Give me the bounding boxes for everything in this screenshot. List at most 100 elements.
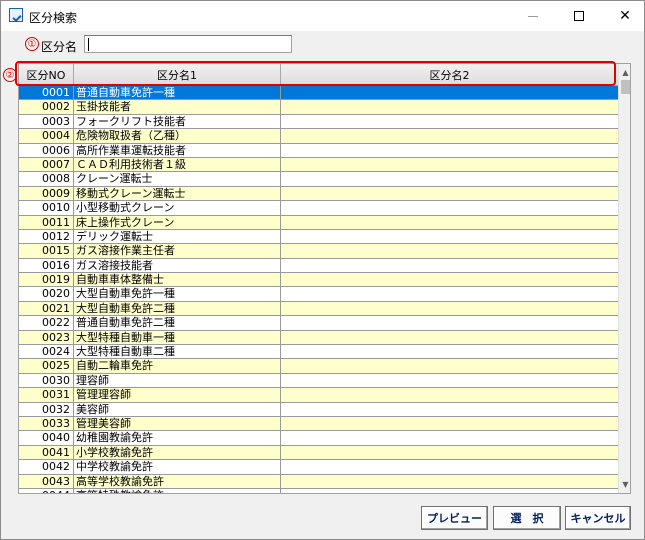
table-row[interactable]: 0006 高所作業車運転技能者 bbox=[19, 143, 619, 158]
cell-name2 bbox=[281, 488, 619, 493]
table-row[interactable]: 0044高等特殊教諭免許 bbox=[19, 488, 619, 493]
cell-no: 0033 bbox=[19, 416, 74, 432]
table-row[interactable]: 0033 管理美容師 bbox=[19, 416, 619, 432]
cell-name2 bbox=[281, 388, 619, 403]
cell-no: 0003 bbox=[19, 114, 74, 130]
table-row[interactable]: 0011 床上操作式クレーン bbox=[19, 215, 619, 230]
table-row[interactable]: 0010 小型移動式クレーン bbox=[19, 201, 619, 216]
maximize-button[interactable] bbox=[556, 1, 602, 31]
cell-name2 bbox=[281, 359, 619, 374]
table-row[interactable]: 0030 理容師 bbox=[19, 373, 619, 389]
cell-name1: 普通自動車免許二種 bbox=[74, 316, 281, 331]
cell-name2 bbox=[281, 416, 619, 432]
cell-no: 0006 bbox=[19, 143, 74, 158]
cell-name2 bbox=[281, 445, 619, 461]
cell-name1: 小型移動式クレーン bbox=[74, 201, 281, 216]
close-button[interactable]: ✕ bbox=[602, 1, 645, 31]
minimize-icon bbox=[528, 15, 538, 17]
table-row[interactable]: 0004 危険物取扱者（乙種） bbox=[19, 129, 619, 144]
close-icon: ✕ bbox=[619, 8, 631, 24]
cell-no: 0044 bbox=[19, 488, 74, 493]
table-row[interactable]: 0001 普通自動車免許一種 bbox=[19, 86, 619, 101]
table-row[interactable]: 0032 美容師 bbox=[19, 402, 619, 417]
cell-no: 0021 bbox=[19, 301, 74, 317]
window-title: 区分検索 bbox=[29, 11, 78, 25]
cell-name2 bbox=[281, 402, 619, 417]
cell-no: 0031 bbox=[19, 388, 74, 403]
cell-name1: 自動車車体整備士 bbox=[74, 273, 281, 288]
cell-name2 bbox=[281, 172, 619, 187]
cell-name2 bbox=[281, 301, 619, 317]
cell-name1: 大型自動車免許二種 bbox=[74, 301, 281, 317]
vertical-scrollbar[interactable]: ▲ ▼ bbox=[618, 64, 630, 493]
table-row[interactable]: 0025 自動二輪車免許 bbox=[19, 359, 619, 374]
chevron-up-icon[interactable]: ▲ bbox=[619, 66, 630, 79]
table-row[interactable]: 0016 ガス溶接技能者 bbox=[19, 258, 619, 274]
table-row[interactable]: 0008 クレーン運転士 bbox=[19, 172, 619, 187]
chevron-down-icon[interactable]: ▼ bbox=[619, 478, 630, 491]
table-row[interactable]: 0031 管理理容師 bbox=[19, 388, 619, 403]
table-row[interactable]: 0021 大型自動車免許二種 bbox=[19, 301, 619, 317]
table-row[interactable]: 0002 玉掛技能者 bbox=[19, 100, 619, 115]
cell-no: 0022 bbox=[19, 316, 74, 331]
cell-name1: 高等特殊教諭免許 bbox=[74, 488, 281, 493]
cell-name1: 床上操作式クレーン bbox=[74, 215, 281, 230]
text-caret bbox=[88, 38, 89, 51]
column-header-name2[interactable]: 区分名2 bbox=[281, 64, 619, 86]
minimize-button[interactable] bbox=[510, 1, 556, 31]
cell-no: 0041 bbox=[19, 445, 74, 461]
search-input[interactable] bbox=[84, 35, 292, 53]
cell-name2 bbox=[281, 287, 619, 302]
cell-name2 bbox=[281, 129, 619, 144]
cell-name1: 管理美容師 bbox=[74, 416, 281, 432]
search-label: 区分名 bbox=[41, 40, 78, 54]
scroll-thumb[interactable] bbox=[621, 80, 630, 94]
cell-name2 bbox=[281, 229, 619, 245]
table-row[interactable]: 0041 小学校教諭免許 bbox=[19, 445, 619, 461]
title-bar: 区分検索 ✕ bbox=[1, 1, 644, 31]
cell-name1: 玉掛技能者 bbox=[74, 100, 281, 115]
cell-no: 0024 bbox=[19, 345, 74, 360]
cell-name1: 高等学校教諭免許 bbox=[74, 474, 281, 489]
cell-no: 0004 bbox=[19, 129, 74, 144]
table-row[interactable]: 0012 デリック運転士 bbox=[19, 229, 619, 245]
table-row[interactable]: 0042 中学校教諭免許 bbox=[19, 460, 619, 475]
cell-name1: ＣＡＤ利用技術者１級 bbox=[74, 157, 281, 173]
cancel-button[interactable]: キャンセル bbox=[565, 506, 631, 530]
column-header-no[interactable]: 区分NO bbox=[19, 64, 74, 86]
cell-no: 0001 bbox=[19, 86, 74, 101]
table-row[interactable]: 0023 大型特種自動車一種 bbox=[19, 330, 619, 346]
maximize-icon bbox=[574, 11, 584, 21]
table-row[interactable]: 0009 移動式クレーン運転士 bbox=[19, 186, 619, 202]
cell-name2 bbox=[281, 373, 619, 389]
select-button[interactable]: 選 択 bbox=[493, 506, 561, 530]
annotation-marker-1: ① bbox=[25, 37, 39, 51]
table-row[interactable]: 0015 ガス溶接作業主任者 bbox=[19, 244, 619, 259]
cell-name1: ガス溶接作業主任者 bbox=[74, 244, 281, 259]
preview-button[interactable]: プレビュー bbox=[421, 506, 488, 530]
cell-name1: 危険物取扱者（乙種） bbox=[74, 129, 281, 144]
table-row[interactable]: 0043 高等学校教諭免許 bbox=[19, 474, 619, 489]
dialog-window: 区分検索 ✕ ① 区分名 ② 区分NO 区分名1 区分名2 0001 普通自動車免… bbox=[0, 0, 645, 540]
column-header-name1[interactable]: 区分名1 bbox=[74, 64, 281, 86]
table-row[interactable]: 0003 フォークリフト技能者 bbox=[19, 114, 619, 130]
cell-name2 bbox=[281, 474, 619, 489]
cell-name1: 管理理容師 bbox=[74, 388, 281, 403]
table-row[interactable]: 0022 普通自動車免許二種 bbox=[19, 316, 619, 331]
table-row[interactable]: 0020 大型自動車免許一種 bbox=[19, 287, 619, 302]
table-row[interactable]: 0019 自動車車体整備士 bbox=[19, 273, 619, 288]
table-row[interactable]: 0007 ＣＡＤ利用技術者１級 bbox=[19, 157, 619, 173]
cell-name2 bbox=[281, 431, 619, 446]
table-row[interactable]: 0024 大型特種自動車二種 bbox=[19, 345, 619, 360]
cell-no: 0011 bbox=[19, 215, 74, 230]
table-row[interactable]: 0040 幼稚園教諭免許 bbox=[19, 431, 619, 446]
cell-no: 0030 bbox=[19, 373, 74, 389]
cell-name1: 普通自動車免許一種 bbox=[74, 86, 281, 101]
cell-no: 0042 bbox=[19, 460, 74, 475]
cell-no: 0009 bbox=[19, 186, 74, 202]
results-grid[interactable]: 区分NO 区分名1 区分名2 0001 普通自動車免許一種 0002 玉掛技能者 000… bbox=[18, 63, 631, 494]
cell-no: 0002 bbox=[19, 100, 74, 115]
cell-name2 bbox=[281, 258, 619, 274]
cell-name2 bbox=[281, 114, 619, 130]
cell-name2 bbox=[281, 157, 619, 173]
